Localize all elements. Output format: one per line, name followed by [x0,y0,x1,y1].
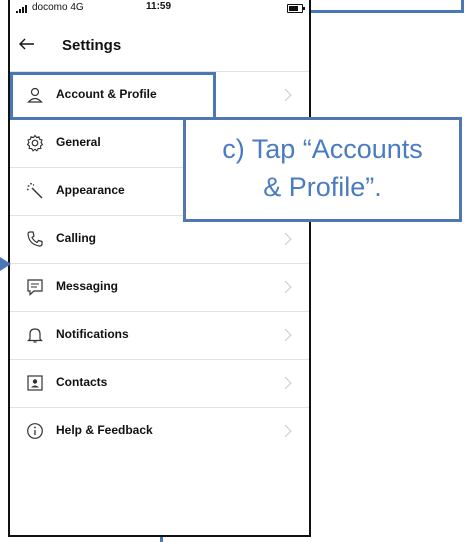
annotation-callout-connector [190,120,245,142]
annotation-line-2: & Profile”. [263,172,382,202]
annotation-arrow-bottom [160,537,163,542]
annotation-arrow-left [0,257,11,271]
annotation-callout-text: c) Tap “Accounts & Profile”. [183,130,462,206]
annotation-line-1: c) Tap “Accounts [222,134,423,164]
